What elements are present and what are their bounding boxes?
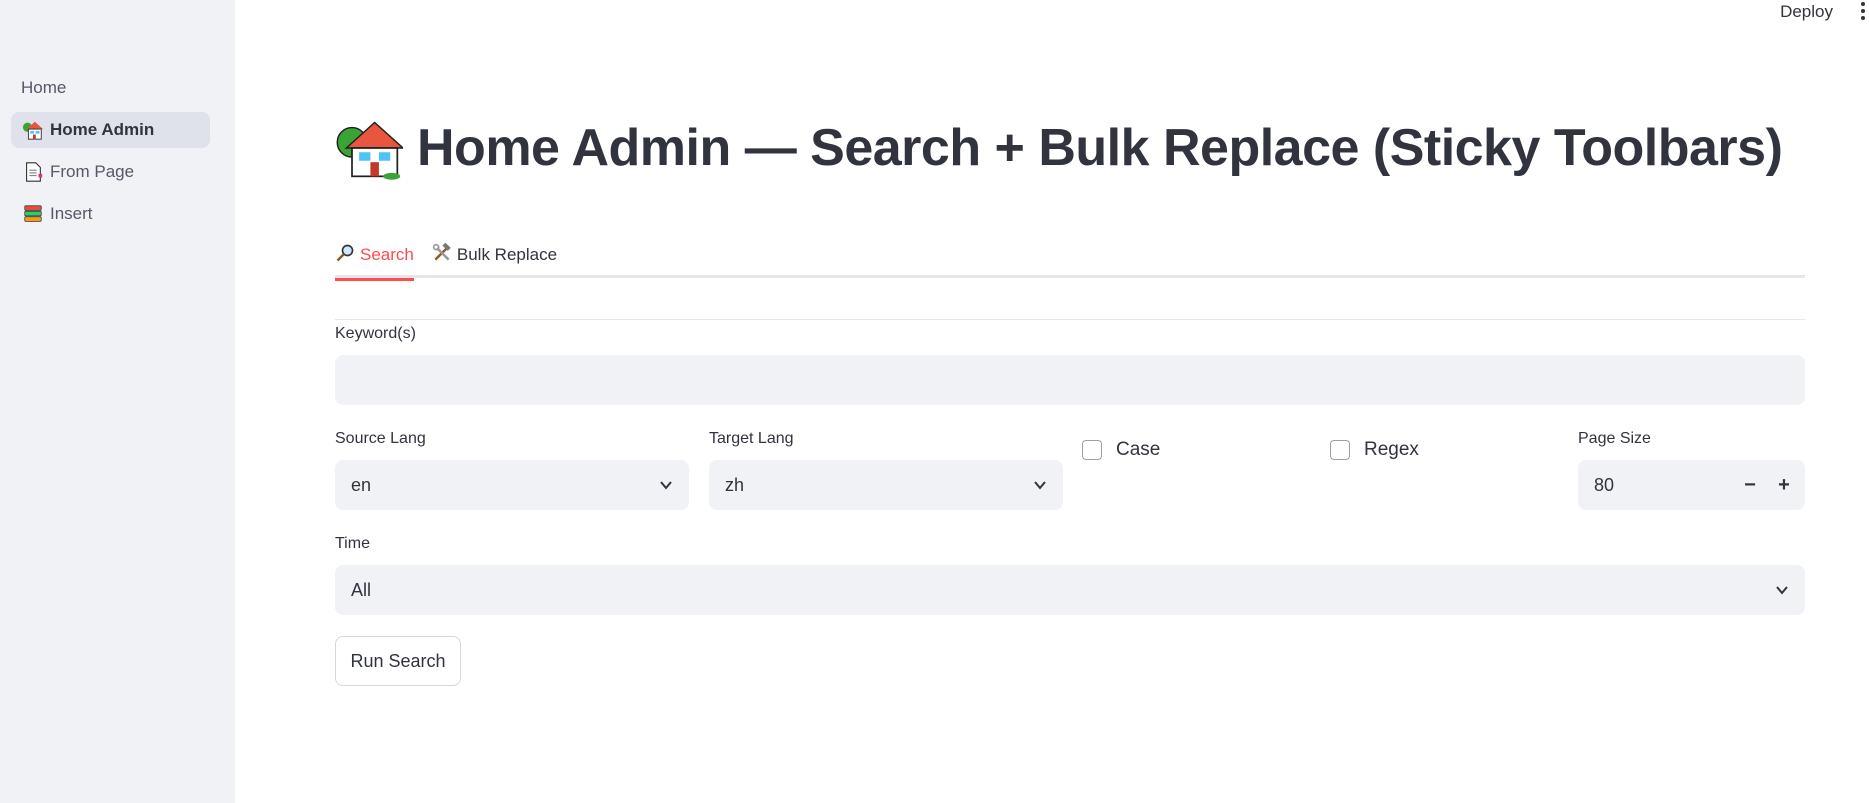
sidebar-item-label: From Page [50, 162, 135, 181]
sidebar: Home Home Admin From Page Insert [0, 0, 235, 803]
keyword-input[interactable] [351, 369, 1789, 391]
time-select[interactable]: All [335, 565, 1805, 615]
sidebar-item-from-page[interactable]: From Page [11, 154, 210, 190]
main-menu-icon[interactable] [1857, 0, 1869, 22]
books-icon [21, 202, 45, 226]
tab-label: Search [360, 245, 414, 264]
target-lang-select[interactable]: zh [709, 460, 1063, 510]
page-size-label: Page Size [1578, 430, 1651, 447]
sidebar-item-insert[interactable]: Insert [11, 196, 210, 232]
source-lang-value: en [351, 474, 372, 495]
magnifier-icon [335, 243, 355, 268]
case-checkbox[interactable]: Case [1082, 439, 1160, 461]
tab-bar: Search Bulk Replace [335, 232, 1805, 281]
case-label: Case [1116, 439, 1161, 460]
sidebar-item-home-admin[interactable]: Home Admin [11, 112, 210, 148]
page-icon [21, 160, 45, 184]
tab-bulk-replace[interactable]: Bulk Replace [432, 232, 557, 278]
sidebar-nav: Home Home Admin From Page Insert [11, 70, 210, 232]
page-title: Home Admin — Search + Bulk Replace (Stic… [335, 114, 1783, 182]
page-size-stepper: 80 − + [1578, 460, 1805, 510]
keyword-field[interactable] [335, 355, 1805, 405]
regex-label: Regex [1364, 439, 1419, 460]
house-with-garden-icon [21, 118, 45, 142]
keyword-label: Keyword(s) [335, 325, 416, 342]
target-lang-value: zh [725, 474, 745, 495]
sidebar-item-label: Insert [50, 204, 93, 223]
divider [335, 319, 1805, 320]
page-title-text: Home Admin — Search + Bulk Replace (Stic… [417, 119, 1783, 177]
chevron-down-icon [1776, 586, 1788, 595]
source-lang-label: Source Lang [335, 430, 426, 447]
hammer-wrench-icon [432, 242, 452, 268]
deploy-button[interactable]: Deploy [1780, 0, 1833, 24]
time-value: All [351, 579, 372, 600]
time-label: Time [335, 535, 370, 552]
house-with-garden-icon [335, 114, 405, 182]
page-size-decrement-button[interactable]: − [1733, 460, 1767, 510]
chevron-down-icon [1034, 481, 1046, 490]
tab-label: Bulk Replace [456, 245, 558, 264]
page-size-increment-button[interactable]: + [1767, 460, 1801, 510]
regex-checkbox-box[interactable] [1330, 440, 1350, 460]
run-search-button[interactable]: Run Search [335, 636, 461, 686]
app-root: Home Home Admin From Page Insert Deploy … [0, 0, 1869, 803]
case-checkbox-box[interactable] [1082, 440, 1102, 460]
target-lang-label: Target Lang [709, 430, 794, 447]
sidebar-root-label: Home [21, 78, 67, 97]
tab-search[interactable]: Search [335, 232, 414, 281]
regex-checkbox[interactable]: Regex [1330, 439, 1419, 461]
chevron-down-icon [660, 481, 672, 490]
sidebar-item-label: Home Admin [50, 120, 155, 139]
source-lang-select[interactable]: en [335, 460, 689, 510]
page-size-value[interactable]: 80 [1594, 475, 1733, 496]
